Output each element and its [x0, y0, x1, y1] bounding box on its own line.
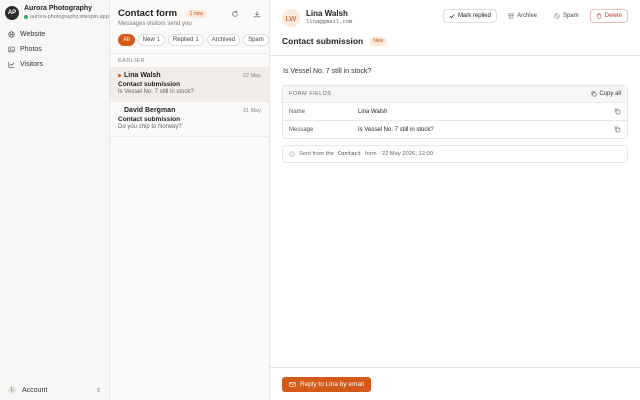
- delete-button[interactable]: Delete: [589, 9, 628, 23]
- filter-spam[interactable]: Spam: [243, 34, 269, 46]
- message-list-panel: Contact form 1 new Messages visitors sen…: [110, 0, 270, 400]
- copy-all-button[interactable]: Copy all: [591, 91, 621, 97]
- filter-archived[interactable]: Archived: [206, 34, 241, 46]
- archive-icon: [508, 13, 514, 19]
- page-title: Contact form: [118, 8, 178, 19]
- field-value: Is Vessel No. 7 still in stock?: [358, 126, 434, 133]
- field-label: Message: [289, 126, 314, 133]
- message-actions: Mark replied Archive Spam Delete: [442, 9, 628, 23]
- field-row-name: Name Lina Walsh: [283, 103, 627, 121]
- globe-icon: [8, 31, 15, 38]
- chart-icon: [8, 61, 15, 68]
- sidebar-item-label: Website: [20, 30, 46, 38]
- avatar: LW: [282, 9, 300, 27]
- filter-new[interactable]: New 1: [137, 34, 166, 46]
- button-label: Delete: [604, 13, 622, 19]
- site-name: Aurora Photography: [24, 5, 93, 12]
- site-url: aurora-photography.sitespin.app: [24, 14, 109, 21]
- form-fields-title: FORM FIELDS: [289, 91, 332, 97]
- sender-email: lina@gmail.com: [306, 19, 353, 25]
- button-label: Mark replied: [457, 13, 491, 19]
- section-label: EARLIER: [118, 58, 146, 64]
- message-subject: Contact submission: [118, 81, 181, 88]
- download-icon[interactable]: [252, 9, 261, 18]
- trash-icon: [596, 13, 601, 19]
- site-avatar: AP: [5, 5, 19, 20]
- message-preview: Do you ship to Norway?: [118, 124, 182, 130]
- block-icon: [554, 13, 560, 19]
- filter-label: Archived: [211, 37, 236, 43]
- submission-meta: Sent from the Contact form · 22 May 2026…: [282, 145, 628, 163]
- filter-count: 1: [195, 37, 199, 43]
- sidebar-item-photos[interactable]: Photos: [3, 42, 106, 57]
- account-avatar: L: [8, 386, 16, 394]
- account-label: Account: [22, 386, 48, 394]
- sender-name: Lina Walsh: [306, 9, 348, 18]
- status-badge: New: [369, 36, 388, 46]
- field-value: Lina Walsh: [358, 108, 388, 115]
- field-row-message: Message Is Vessel No. 7 still in stock?: [283, 121, 627, 138]
- mark-replied-button[interactable]: Mark replied: [442, 9, 497, 23]
- message-subject: Contact submission: [118, 116, 181, 123]
- chevron-updown-icon: ⇕: [95, 387, 101, 394]
- sidebar: AP Aurora Photography aurora-photography…: [0, 0, 110, 400]
- site-switcher[interactable]: AP Aurora Photography aurora-photography…: [0, 0, 109, 27]
- button-label: Copy all: [599, 91, 621, 97]
- online-status-dot: [24, 15, 28, 20]
- copy-icon[interactable]: [614, 108, 621, 115]
- filter-count: 1: [156, 37, 161, 43]
- message-date: 22 May: [242, 72, 261, 79]
- site-url-text: aurora-photography.sitespin.app: [30, 13, 109, 20]
- message-body: Is Vessel No. 7 still in stock?: [283, 68, 372, 75]
- reply-by-email-button[interactable]: Reply to Lina by email: [282, 376, 371, 392]
- copy-icon[interactable]: [614, 126, 621, 133]
- message-preview: Is Vessel No. 7 still in stock?: [118, 89, 194, 95]
- message-sender: David Bergman: [124, 107, 176, 114]
- filter-replied[interactable]: Replied 1: [168, 34, 204, 46]
- spam-button[interactable]: Spam: [548, 9, 585, 23]
- button-label: Reply to Lina by email: [300, 380, 364, 388]
- refresh-icon[interactable]: [230, 9, 239, 18]
- archive-button[interactable]: Archive: [502, 9, 543, 23]
- copy-icon: [591, 91, 597, 97]
- message-title: Contact submission: [282, 36, 364, 46]
- unread-dot: [118, 74, 121, 77]
- filter-label: Replied: [173, 37, 194, 43]
- message-date: 21 May: [242, 107, 261, 114]
- filter-all[interactable]: All: [118, 34, 135, 46]
- app-window: AP Aurora Photography aurora-photography…: [0, 0, 640, 400]
- list-item[interactable]: Lina Walsh 22 May Contact submission Is …: [110, 67, 269, 102]
- reply-footer: Reply to Lina by email: [270, 367, 640, 400]
- filter-label: All: [123, 37, 130, 43]
- sidebar-item-website[interactable]: Website: [3, 27, 106, 42]
- info-icon: [289, 151, 295, 157]
- image-icon: [8, 46, 15, 52]
- filter-label: Spam: [248, 37, 264, 43]
- meta-form-name: Contact: [337, 151, 361, 157]
- meta-suffix: form · 22 May 2026, 12:00: [365, 151, 433, 157]
- button-label: Archive: [516, 13, 537, 19]
- sidebar-item-label: Visitors: [20, 60, 43, 68]
- filter-chips: All New 1 Replied 1 Archived Spam: [110, 27, 269, 54]
- meta-prefix: Sent from the: [299, 151, 334, 157]
- field-label: Name: [289, 108, 306, 115]
- message-sender: Lina Walsh: [124, 72, 161, 79]
- mail-icon: [289, 381, 296, 387]
- form-fields-card: FORM FIELDS Copy all Name Lina Walsh Mes…: [282, 85, 628, 139]
- check-icon: [449, 14, 455, 19]
- filter-label: New: [142, 37, 155, 43]
- new-count-badge: 1 new: [185, 9, 207, 18]
- account-menu[interactable]: L Account ⇕: [0, 380, 109, 400]
- button-label: Spam: [562, 13, 579, 19]
- list-item[interactable]: David Bergman 21 May Contact submission …: [110, 102, 269, 137]
- sidebar-item-visitors[interactable]: Visitors: [3, 57, 106, 72]
- sidebar-nav: Website Photos Visitors: [0, 27, 109, 72]
- sidebar-item-label: Photos: [20, 45, 42, 53]
- message-detail: LW Lina Walsh lina@gmail.com Mark replie…: [270, 0, 640, 400]
